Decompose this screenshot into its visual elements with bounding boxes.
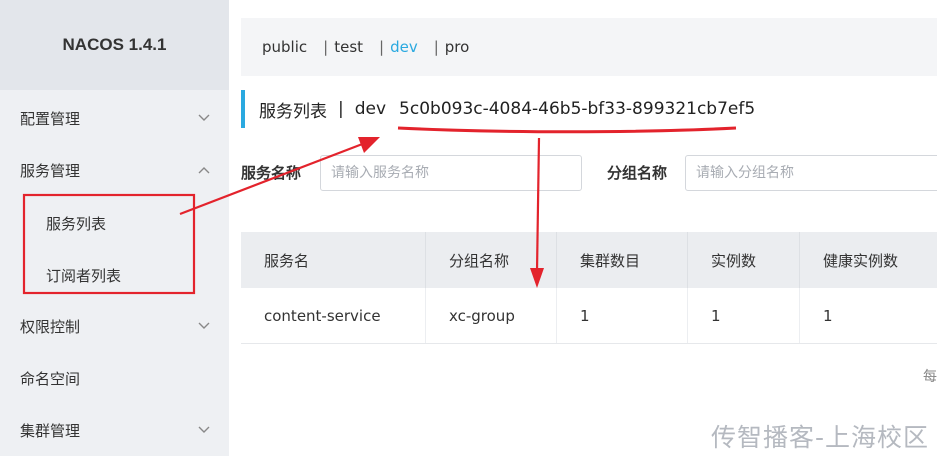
cell-healthy-instance-count: 1 xyxy=(823,306,833,325)
service-name-label: 服务名称 xyxy=(241,164,302,182)
namespace-name: dev xyxy=(354,99,387,119)
service-table: 服务名 分组名称 集群数目 实例数 健康实例数 content-service … xyxy=(241,232,937,344)
sidebar-item-label: 权限控制 xyxy=(20,317,81,336)
chevron-up-icon xyxy=(197,163,211,177)
namespace-id: 5c0b093c-4084-46b5-bf33-899321cb7ef5 xyxy=(399,99,756,119)
group-name-label: 分组名称 xyxy=(607,164,668,182)
group-name-input[interactable] xyxy=(685,155,937,191)
namespace-tab-dev[interactable]: dev xyxy=(390,38,418,56)
sidebar-item-config-management[interactable]: 配置管理 xyxy=(0,92,229,144)
column-header-group-name[interactable]: 分组名称 xyxy=(426,232,557,288)
sidebar-item-label: 配置管理 xyxy=(20,109,81,128)
chevron-down-icon xyxy=(197,319,211,333)
sidebar-item-label: 服务管理 xyxy=(20,161,81,180)
sidebar-item-subscriber-list[interactable]: 订阅者列表 xyxy=(0,249,229,301)
cell-group-name: xc-group xyxy=(426,288,557,343)
table-row: content-service xc-group 1 1 1 xyxy=(241,288,937,344)
sidebar-item-namespace[interactable]: 命名空间 xyxy=(0,352,229,404)
namespace-tab-test[interactable]: test xyxy=(334,38,363,56)
column-header-service-name[interactable]: 服务名 xyxy=(241,232,426,288)
title-separator: | xyxy=(338,99,344,119)
sidebar-item-label: 订阅者列表 xyxy=(46,266,122,285)
service-name-input[interactable] xyxy=(320,155,582,191)
sidebar-item-service-management[interactable]: 服务管理 xyxy=(0,144,229,196)
column-header-healthy-instance-count[interactable]: 健康实例数 xyxy=(800,232,937,288)
cell-instance-count: 1 xyxy=(688,288,800,343)
namespace-tab-public[interactable]: public xyxy=(262,38,307,56)
watermark: 传智播客-上海校区 xyxy=(710,423,929,452)
namespace-separator: | xyxy=(323,38,329,56)
cell-cluster-count: 1 xyxy=(557,288,688,343)
main-content: public | test | dev | pro 服务列表 | dev 5c0… xyxy=(229,0,937,456)
sidebar-item-access-control[interactable]: 权限控制 xyxy=(0,300,229,352)
table-header: 服务名 分组名称 集群数目 实例数 健康实例数 xyxy=(241,232,937,288)
sidebar-item-cluster-management[interactable]: 集群管理 xyxy=(0,404,229,456)
sidebar: NACOS 1.4.1 配置管理 服务管理 服务列表 订阅者列表 权限控制 命名… xyxy=(0,0,229,456)
chevron-down-icon xyxy=(197,111,211,125)
sidebar-item-label: 服务列表 xyxy=(46,214,107,233)
column-header-instance-count[interactable]: 实例数 xyxy=(688,232,800,288)
page-title: 服务列表 | dev 5c0b093c-4084-46b5-bf33-89932… xyxy=(241,90,755,128)
page-title-text: 服务列表 xyxy=(259,101,327,122)
sidebar-item-service-list[interactable]: 服务列表 xyxy=(0,197,229,249)
column-header-cluster-count[interactable]: 集群数目 xyxy=(557,232,688,288)
namespace-separator: | xyxy=(433,38,439,56)
namespace-separator: | xyxy=(379,38,385,56)
logo: NACOS 1.4.1 xyxy=(0,0,229,90)
namespace-bar: public | test | dev | pro xyxy=(241,18,937,76)
chevron-down-icon xyxy=(197,423,211,437)
pager-text: 每 xyxy=(923,369,937,385)
namespace-tab-pro[interactable]: pro xyxy=(445,38,470,56)
cell-service-name: content-service xyxy=(241,288,426,343)
sidebar-item-label: 集群管理 xyxy=(20,421,81,440)
sidebar-item-label: 命名空间 xyxy=(20,369,81,388)
